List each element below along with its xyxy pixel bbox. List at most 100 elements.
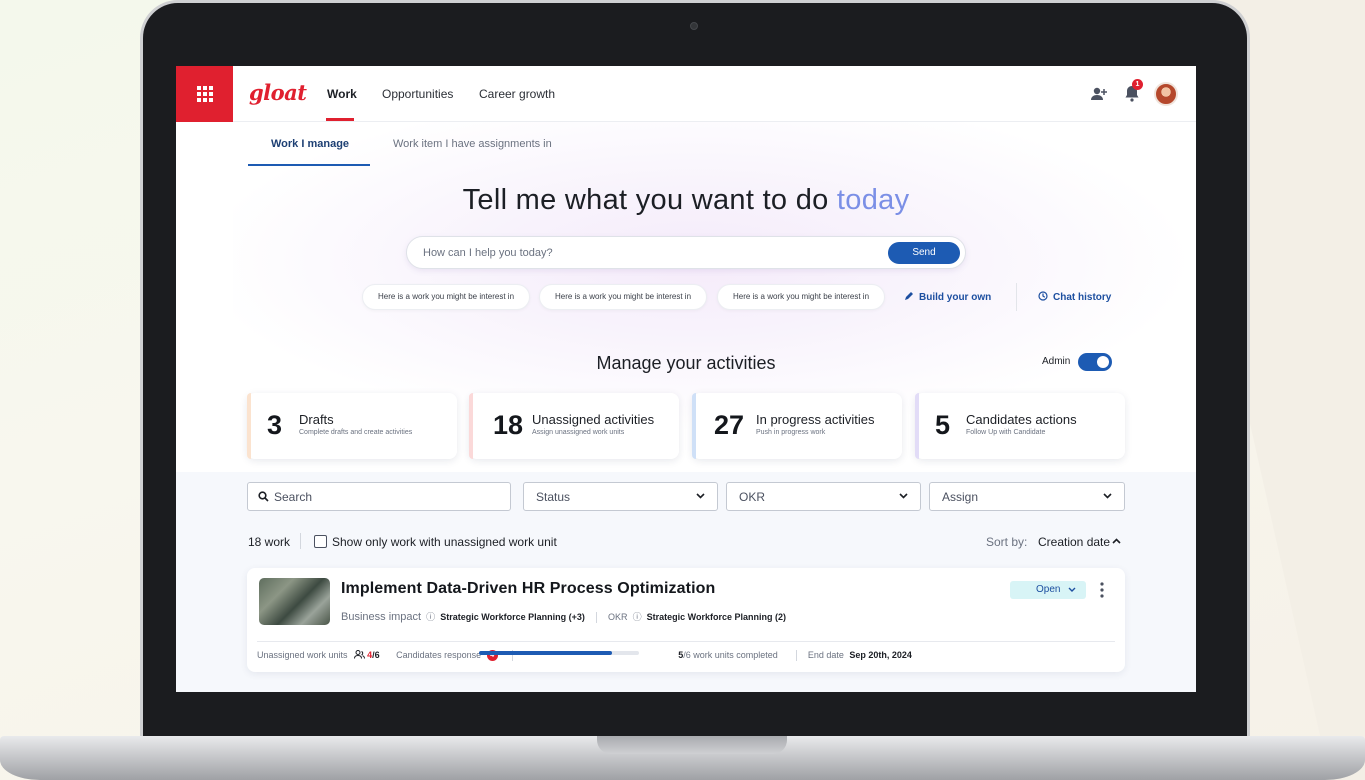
hero-title-main: Tell me what you want to do: [462, 184, 837, 216]
nav-active-indicator: [326, 118, 354, 121]
chevron-down-icon: [1103, 493, 1112, 499]
suggestion-chip[interactable]: Here is a work you might be interest in: [717, 284, 885, 310]
okr-value: Strategic Workforce Planning (2): [646, 612, 786, 622]
more-options-icon[interactable]: [1100, 582, 1104, 598]
unassigned-units-total: /6: [372, 650, 380, 660]
history-icon: [1038, 291, 1048, 301]
progress-bar: [479, 651, 639, 655]
card-accent: [247, 393, 251, 459]
completed-units-text: /6 work units completed: [683, 650, 778, 660]
card-accent: [915, 393, 919, 459]
hero-title: Tell me what you want to do today: [176, 184, 1196, 217]
grid-icon: [196, 86, 213, 102]
work-item-card[interactable]: Implement Data-Driven HR Process Optimiz…: [247, 568, 1125, 672]
apps-menu-button[interactable]: [176, 66, 233, 122]
tab-work-i-manage[interactable]: Work I manage: [271, 138, 349, 150]
search-input[interactable]: Search: [247, 482, 511, 511]
build-your-own-label: Build your own: [919, 292, 992, 303]
status-select[interactable]: Status: [523, 482, 718, 511]
subtab-active-indicator: [248, 164, 370, 166]
status-select-label: Status: [536, 490, 571, 504]
chevron-up-icon[interactable]: [1112, 537, 1121, 545]
build-your-own-button[interactable]: Build your own: [904, 291, 991, 303]
camera-icon: [690, 22, 698, 30]
search-icon: [258, 491, 269, 502]
card-title: In progress activities: [756, 412, 875, 427]
admin-toggle[interactable]: [1078, 353, 1112, 371]
nav-opportunities[interactable]: Opportunities: [382, 87, 453, 101]
card-description: Complete drafts and create activities: [299, 429, 413, 436]
work-count: 18 work: [248, 535, 291, 549]
candidates-response-label: Candidates response: [396, 650, 482, 660]
avatar[interactable]: [1154, 82, 1178, 106]
add-user-icon[interactable]: [1090, 86, 1108, 102]
okr-select-label: OKR: [739, 490, 766, 504]
toggle-knob: [1097, 356, 1109, 368]
card-description: Push in progress work: [756, 429, 826, 436]
stat-card-drafts[interactable]: 3 Drafts Complete drafts and create acti…: [247, 393, 457, 459]
okr-select[interactable]: OKR: [726, 482, 921, 511]
end-date-label: End date: [807, 650, 844, 660]
hero-background: [233, 122, 1196, 432]
chevron-down-icon: [1068, 587, 1076, 592]
logo[interactable]: gloat: [249, 80, 307, 105]
work-item-thumbnail: [259, 578, 330, 625]
divider: [796, 650, 798, 662]
end-date-value: Sep 20th, 2024: [849, 650, 912, 660]
card-count: 3: [267, 410, 283, 440]
chevron-down-icon: [899, 493, 908, 499]
card-count: 18: [493, 410, 524, 440]
search-placeholder: Search: [274, 490, 313, 504]
top-navigation: gloat Work Opportunities Career growth 1: [176, 66, 1196, 122]
card-description: Follow Up with Candidate: [966, 429, 1046, 436]
business-impact-value: Strategic Workforce Planning (+3): [440, 612, 585, 622]
assign-select[interactable]: Assign: [929, 482, 1125, 511]
divider: [257, 641, 1115, 642]
business-impact-label: Business impact: [341, 611, 422, 623]
tab-work-item-assignments[interactable]: Work item I have assignments in: [393, 138, 552, 150]
chevron-down-icon: [696, 493, 705, 499]
info-icon: ⓘ: [632, 612, 642, 622]
sort-dropdown[interactable]: Creation date: [1038, 535, 1110, 549]
screen-bezel: [176, 692, 1196, 732]
stat-card-unassigned[interactable]: 18 Unassigned activities Assign unassign…: [469, 393, 679, 459]
send-button[interactable]: Send: [888, 242, 960, 264]
nav-work[interactable]: Work: [327, 87, 357, 101]
chat-history-label: Chat history: [1053, 292, 1112, 303]
work-item-title[interactable]: Implement Data-Driven HR Process Optimiz…: [341, 580, 715, 598]
card-accent: [692, 393, 696, 459]
pencil-icon: [905, 292, 913, 300]
suggestion-chip[interactable]: Here is a work you might be interest in: [362, 284, 530, 310]
sort-label: Sort by:: [986, 535, 1028, 549]
assistant-prompt-box: Send: [406, 236, 966, 269]
work-item-meta: Business impact ⓘ Strategic Workforce Pl…: [341, 610, 786, 623]
suggestion-chip[interactable]: Here is a work you might be interest in: [539, 284, 707, 310]
chat-history-button[interactable]: Chat history: [1038, 291, 1111, 303]
status-label: Open: [1036, 584, 1061, 595]
assign-select-label: Assign: [942, 490, 979, 504]
unassigned-units-label: Unassigned work units: [257, 650, 348, 660]
checkbox-label: Show only work with unassigned work unit: [332, 535, 557, 549]
unassigned-filter-checkbox[interactable]: [314, 535, 327, 548]
card-title: Candidates actions: [966, 412, 1077, 427]
card-title: Unassigned activities: [532, 412, 655, 427]
stat-card-in-progress[interactable]: 27 In progress activities Push in progre…: [692, 393, 902, 459]
card-title: Drafts: [299, 412, 334, 427]
app-screen: gloat Work Opportunities Career growth 1…: [176, 66, 1196, 692]
assistant-input[interactable]: [423, 237, 863, 268]
laptop-notch: [597, 736, 787, 754]
divider: [300, 533, 301, 549]
card-count: 27: [714, 410, 745, 440]
card-accent: [469, 393, 473, 459]
notification-badge: 1: [1132, 79, 1143, 90]
okr-label: OKR: [607, 612, 628, 622]
divider: [595, 611, 597, 623]
card-count: 5: [935, 410, 951, 440]
card-description: Assign unassigned work units: [532, 429, 625, 436]
hero-title-accent: today: [836, 184, 910, 216]
info-icon: ⓘ: [426, 612, 436, 622]
admin-label: Admin: [1042, 356, 1071, 367]
nav-career-growth[interactable]: Career growth: [479, 87, 555, 101]
progress-fill: [479, 651, 612, 655]
stat-card-candidates[interactable]: 5 Candidates actions Follow Up with Cand…: [915, 393, 1125, 459]
